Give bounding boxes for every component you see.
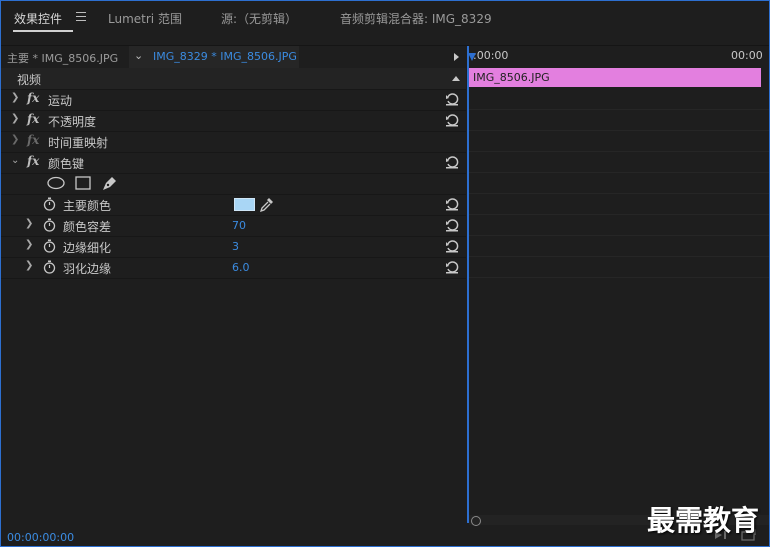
chevron-right-icon[interactable]: ❯	[25, 260, 33, 271]
param-value[interactable]: 6.0	[232, 261, 250, 274]
timeline-row-line	[469, 193, 769, 194]
chevron-right-icon[interactable]: ❯	[11, 134, 19, 145]
watermark-text: 最需教育	[647, 504, 760, 537]
effect-row-opacity[interactable]: ❯ fx 不透明度	[1, 110, 466, 132]
reset-icon[interactable]	[445, 155, 459, 169]
mask-tools-row	[1, 173, 466, 195]
effect-row-motion[interactable]: ❯ fx 运动	[1, 89, 466, 111]
ruler-end-time: 00:00	[731, 49, 763, 62]
chevron-right-icon[interactable]: ❯	[25, 218, 33, 229]
reset-icon[interactable]	[445, 260, 459, 274]
timeline-row-line	[469, 172, 769, 173]
current-timecode[interactable]: 00:00:00:00	[7, 531, 74, 544]
effect-row-color-key[interactable]: ⌄ fx 颜色键	[1, 152, 466, 174]
param-label: 羽化边缘	[63, 262, 112, 276]
pen-mask-icon[interactable]	[101, 175, 118, 191]
chevron-right-icon[interactable]: ❯	[11, 92, 19, 103]
stopwatch-icon[interactable]	[43, 197, 56, 211]
chevron-down-icon[interactable]: ⌄	[11, 155, 19, 166]
clip-label: IMG_8506.JPG	[473, 71, 550, 84]
timeline-row-line	[469, 151, 769, 152]
timeline-row-line	[469, 109, 769, 110]
timeline-row-line	[469, 214, 769, 215]
reset-icon[interactable]	[445, 239, 459, 253]
param-value[interactable]: 3	[232, 240, 239, 253]
param-label: 主要颜色	[63, 199, 112, 213]
timeline-row-line	[469, 277, 769, 278]
param-value[interactable]: 70	[232, 219, 246, 232]
effect-label: 运动	[48, 94, 73, 108]
panel-menu-icon[interactable]	[76, 12, 86, 21]
tab-effect-controls[interactable]: 效果控件	[14, 10, 62, 27]
eyedropper-icon[interactable]	[260, 197, 274, 212]
time-ruler[interactable]: :00:00 00:00	[469, 46, 769, 68]
tab-audio-clip-mixer[interactable]: 音频剪辑混合器: IMG_8329	[340, 10, 492, 27]
tab-source[interactable]: 源:（无剪辑）	[221, 10, 297, 27]
sequence-clip-tab[interactable]: ⌄ IMG_8329 * IMG_8506.JPG	[129, 46, 299, 68]
chevron-right-icon[interactable]: ❯	[11, 113, 19, 124]
ruler-start-time: :00:00	[473, 49, 509, 62]
stopwatch-icon[interactable]	[43, 218, 56, 232]
chevron-down-icon[interactable]: ⌄	[134, 49, 143, 62]
effect-row-time-remap[interactable]: ❯ fx 时间重映射	[1, 131, 466, 153]
key-color-swatch[interactable]	[234, 198, 255, 211]
reset-icon[interactable]	[445, 197, 459, 211]
stopwatch-icon[interactable]	[43, 239, 56, 253]
stopwatch-icon[interactable]	[43, 260, 56, 274]
section-label: 视频	[17, 73, 42, 87]
collapse-up-icon[interactable]	[452, 76, 460, 81]
video-section-header: 视频	[1, 68, 466, 90]
timeline-row-line	[469, 256, 769, 257]
tab-lumetri-scopes[interactable]: Lumetri 范围	[108, 10, 182, 27]
param-row-edge-feather[interactable]: ❯ 羽化边缘 6.0	[1, 257, 466, 279]
reset-icon[interactable]	[445, 113, 459, 127]
fx-icon[interactable]: fx	[27, 154, 39, 168]
panel-splitter[interactable]	[467, 46, 469, 523]
param-row-edge-thin[interactable]: ❯ 边缘细化 3	[1, 236, 466, 258]
play-triangle-icon[interactable]	[454, 53, 459, 61]
rectangle-mask-icon[interactable]	[75, 176, 91, 190]
reset-icon[interactable]	[445, 218, 459, 232]
panel-tab-bar: 效果控件 Lumetri 范围 源:（无剪辑） 音频剪辑混合器: IMG_832…	[1, 1, 769, 37]
scrollbar-handle[interactable]	[471, 516, 481, 526]
fx-icon[interactable]: fx	[27, 112, 39, 126]
ellipse-mask-icon[interactable]	[47, 176, 65, 190]
param-row-key-color[interactable]: 主要颜色	[1, 194, 466, 216]
active-tab-underline	[13, 30, 73, 32]
playhead-marker[interactable]	[468, 53, 476, 61]
effect-controls-panel: 效果控件 Lumetri 范围 源:（无剪辑） 音频剪辑混合器: IMG_832…	[0, 0, 770, 547]
timeline-row-line	[469, 235, 769, 236]
fx-icon: fx	[27, 133, 40, 147]
timeline-clip[interactable]: IMG_8506.JPG	[469, 68, 761, 87]
effect-label: 颜色键	[48, 157, 85, 171]
fx-icon[interactable]: fx	[27, 91, 39, 105]
clip-selector-bar: 主要 * IMG_8506.JPG ⌄ IMG_8329 * IMG_8506.…	[1, 46, 466, 68]
reset-icon[interactable]	[445, 92, 459, 106]
param-row-color-tolerance[interactable]: ❯ 颜色容差 70	[1, 215, 466, 237]
sequence-clip-label[interactable]: IMG_8329 * IMG_8506.JPG	[153, 50, 297, 63]
param-label: 颜色容差	[63, 220, 112, 234]
master-clip-label[interactable]: 主要 * IMG_8506.JPG	[7, 50, 118, 66]
effect-label: 不透明度	[48, 115, 97, 129]
timeline-row-line	[469, 130, 769, 131]
param-label: 边缘细化	[63, 241, 112, 255]
effect-label: 时间重映射	[48, 136, 109, 150]
chevron-right-icon[interactable]: ❯	[25, 239, 33, 250]
